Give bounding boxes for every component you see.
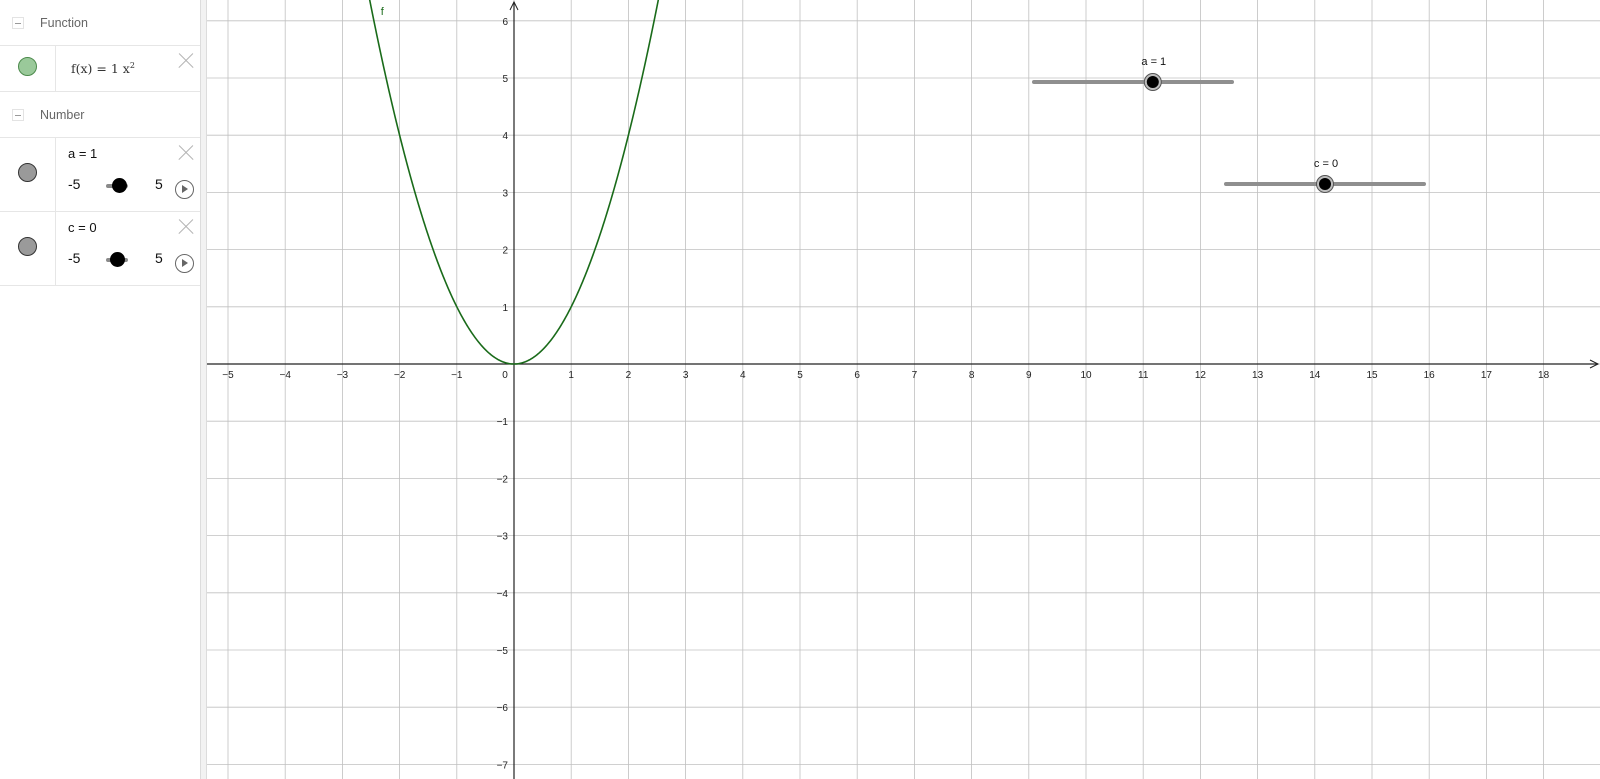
x-tick-label: 13 xyxy=(1252,370,1264,381)
axes xyxy=(207,0,1600,779)
x-tick-label: 17 xyxy=(1481,370,1493,381)
function-definition[interactable]: f(x) = 1 x2 xyxy=(71,61,135,76)
slider-min-a: -5 xyxy=(68,176,81,192)
group-header-function: Function xyxy=(0,0,200,46)
x-tick-label: −4 xyxy=(279,370,291,381)
x-tick-label: 16 xyxy=(1424,370,1436,381)
visibility-toggle-c[interactable] xyxy=(18,237,37,256)
slider-max-a: 5 xyxy=(155,176,163,192)
x-tick-label: 1 xyxy=(568,370,574,381)
x-tick-label: −1 xyxy=(451,370,463,381)
delete-c-icon[interactable] xyxy=(176,218,194,236)
number-definition-a[interactable]: a = 1 xyxy=(68,146,97,161)
x-tick-label: 11 xyxy=(1138,370,1149,381)
x-tick-label: 6 xyxy=(854,370,860,381)
x-tick-label: 4 xyxy=(740,370,746,381)
x-tick-label: 5 xyxy=(797,370,803,381)
algebra-item-a[interactable]: a = 1 -5 5 xyxy=(0,138,200,212)
y-tick-label: −7 xyxy=(497,760,509,771)
y-tick-label: 6 xyxy=(502,17,508,28)
y-tick-label: −4 xyxy=(497,589,509,600)
y-tick-label: 2 xyxy=(502,246,508,257)
x-tick-label: 0 xyxy=(502,370,508,381)
marble-column xyxy=(0,138,56,211)
marble-column xyxy=(0,212,56,285)
graphics-view[interactable]: −5 −4 −3 −2 −1 0 1 2 3 4 5 6 7 8 9 10 11 12 13 14 15 16 17 18 6 5… xyxy=(207,0,1600,779)
collapse-number-icon[interactable] xyxy=(12,109,24,121)
graphics-slider-label-c[interactable]: c = 0 xyxy=(1314,158,1338,170)
x-tick-label: 8 xyxy=(969,370,975,381)
x-tick-label: 18 xyxy=(1538,370,1550,381)
visibility-toggle-f[interactable] xyxy=(18,57,37,76)
tick-labels: −5 −4 −3 −2 −1 0 1 2 3 4 5 6 7 8 9 10 11 12 13 14 15 16 17 1865… xyxy=(222,17,1549,772)
x-tick-label: 3 xyxy=(683,370,689,381)
y-tick-label: −6 xyxy=(497,703,509,714)
y-tick-label: 3 xyxy=(502,188,508,199)
y-tick-label: 4 xyxy=(502,131,508,142)
view-splitter[interactable] xyxy=(200,0,207,779)
play-animation-a-icon[interactable] xyxy=(175,180,194,199)
graphics-canvas[interactable]: −5 −4 −3 −2 −1 0 1 2 3 4 5 6 7 8 9 10 11 12 13 14 15 16 17 1865… xyxy=(207,0,1600,779)
y-tick-label: −2 xyxy=(497,474,509,485)
x-tick-label: 15 xyxy=(1366,370,1378,381)
number-definition-c[interactable]: c = 0 xyxy=(68,220,97,235)
graphics-slider-label-a[interactable]: a = 1 xyxy=(1141,56,1166,68)
x-tick-label: −3 xyxy=(337,370,349,381)
grid xyxy=(207,0,1600,779)
x-tick-label: 10 xyxy=(1080,370,1092,381)
algebra-item-f[interactable]: f(x) = 1 x2 xyxy=(0,46,200,92)
algebra-slider-thumb-c[interactable] xyxy=(109,252,125,267)
visibility-toggle-a[interactable] xyxy=(18,163,37,182)
marble-column xyxy=(0,46,56,91)
x-tick-label: 7 xyxy=(912,370,918,381)
function-definition-text: f(x) = 1 x xyxy=(71,61,130,77)
function-label-f[interactable]: f xyxy=(381,6,385,18)
graphics-sliders[interactable] xyxy=(1032,73,1426,193)
delete-a-icon[interactable] xyxy=(176,144,194,162)
slider-min-c: -5 xyxy=(68,250,81,266)
collapse-function-icon[interactable] xyxy=(12,17,24,29)
y-tick-label: −5 xyxy=(497,646,509,657)
delete-f-icon[interactable] xyxy=(176,52,194,70)
graphics-slider-thumb[interactable] xyxy=(1146,76,1159,88)
y-tick-label: 5 xyxy=(502,74,508,85)
function-exponent: 2 xyxy=(129,61,135,70)
group-label-function: Function xyxy=(40,16,88,30)
y-tick-label: −3 xyxy=(497,532,509,543)
x-tick-label: 12 xyxy=(1195,370,1207,381)
x-tick-label: 14 xyxy=(1309,370,1321,381)
x-tick-label: −2 xyxy=(394,370,406,381)
graphics-slider-thumb[interactable] xyxy=(1319,178,1331,190)
group-header-number: Number xyxy=(0,92,200,138)
y-tick-label: −1 xyxy=(497,417,509,428)
algebra-slider-thumb-a[interactable] xyxy=(111,178,127,193)
x-tick-label: −5 xyxy=(222,370,234,381)
slider-max-c: 5 xyxy=(155,250,163,266)
group-label-number: Number xyxy=(40,108,85,122)
algebra-view: Function f(x) = 1 x2 Number a = 1 -5 5 c… xyxy=(0,0,200,779)
x-tick-label: 9 xyxy=(1026,370,1032,381)
algebra-item-c[interactable]: c = 0 -5 5 xyxy=(0,212,200,286)
x-tick-label: 2 xyxy=(626,370,632,381)
play-animation-c-icon[interactable] xyxy=(175,254,194,273)
y-tick-label: 1 xyxy=(502,303,508,314)
